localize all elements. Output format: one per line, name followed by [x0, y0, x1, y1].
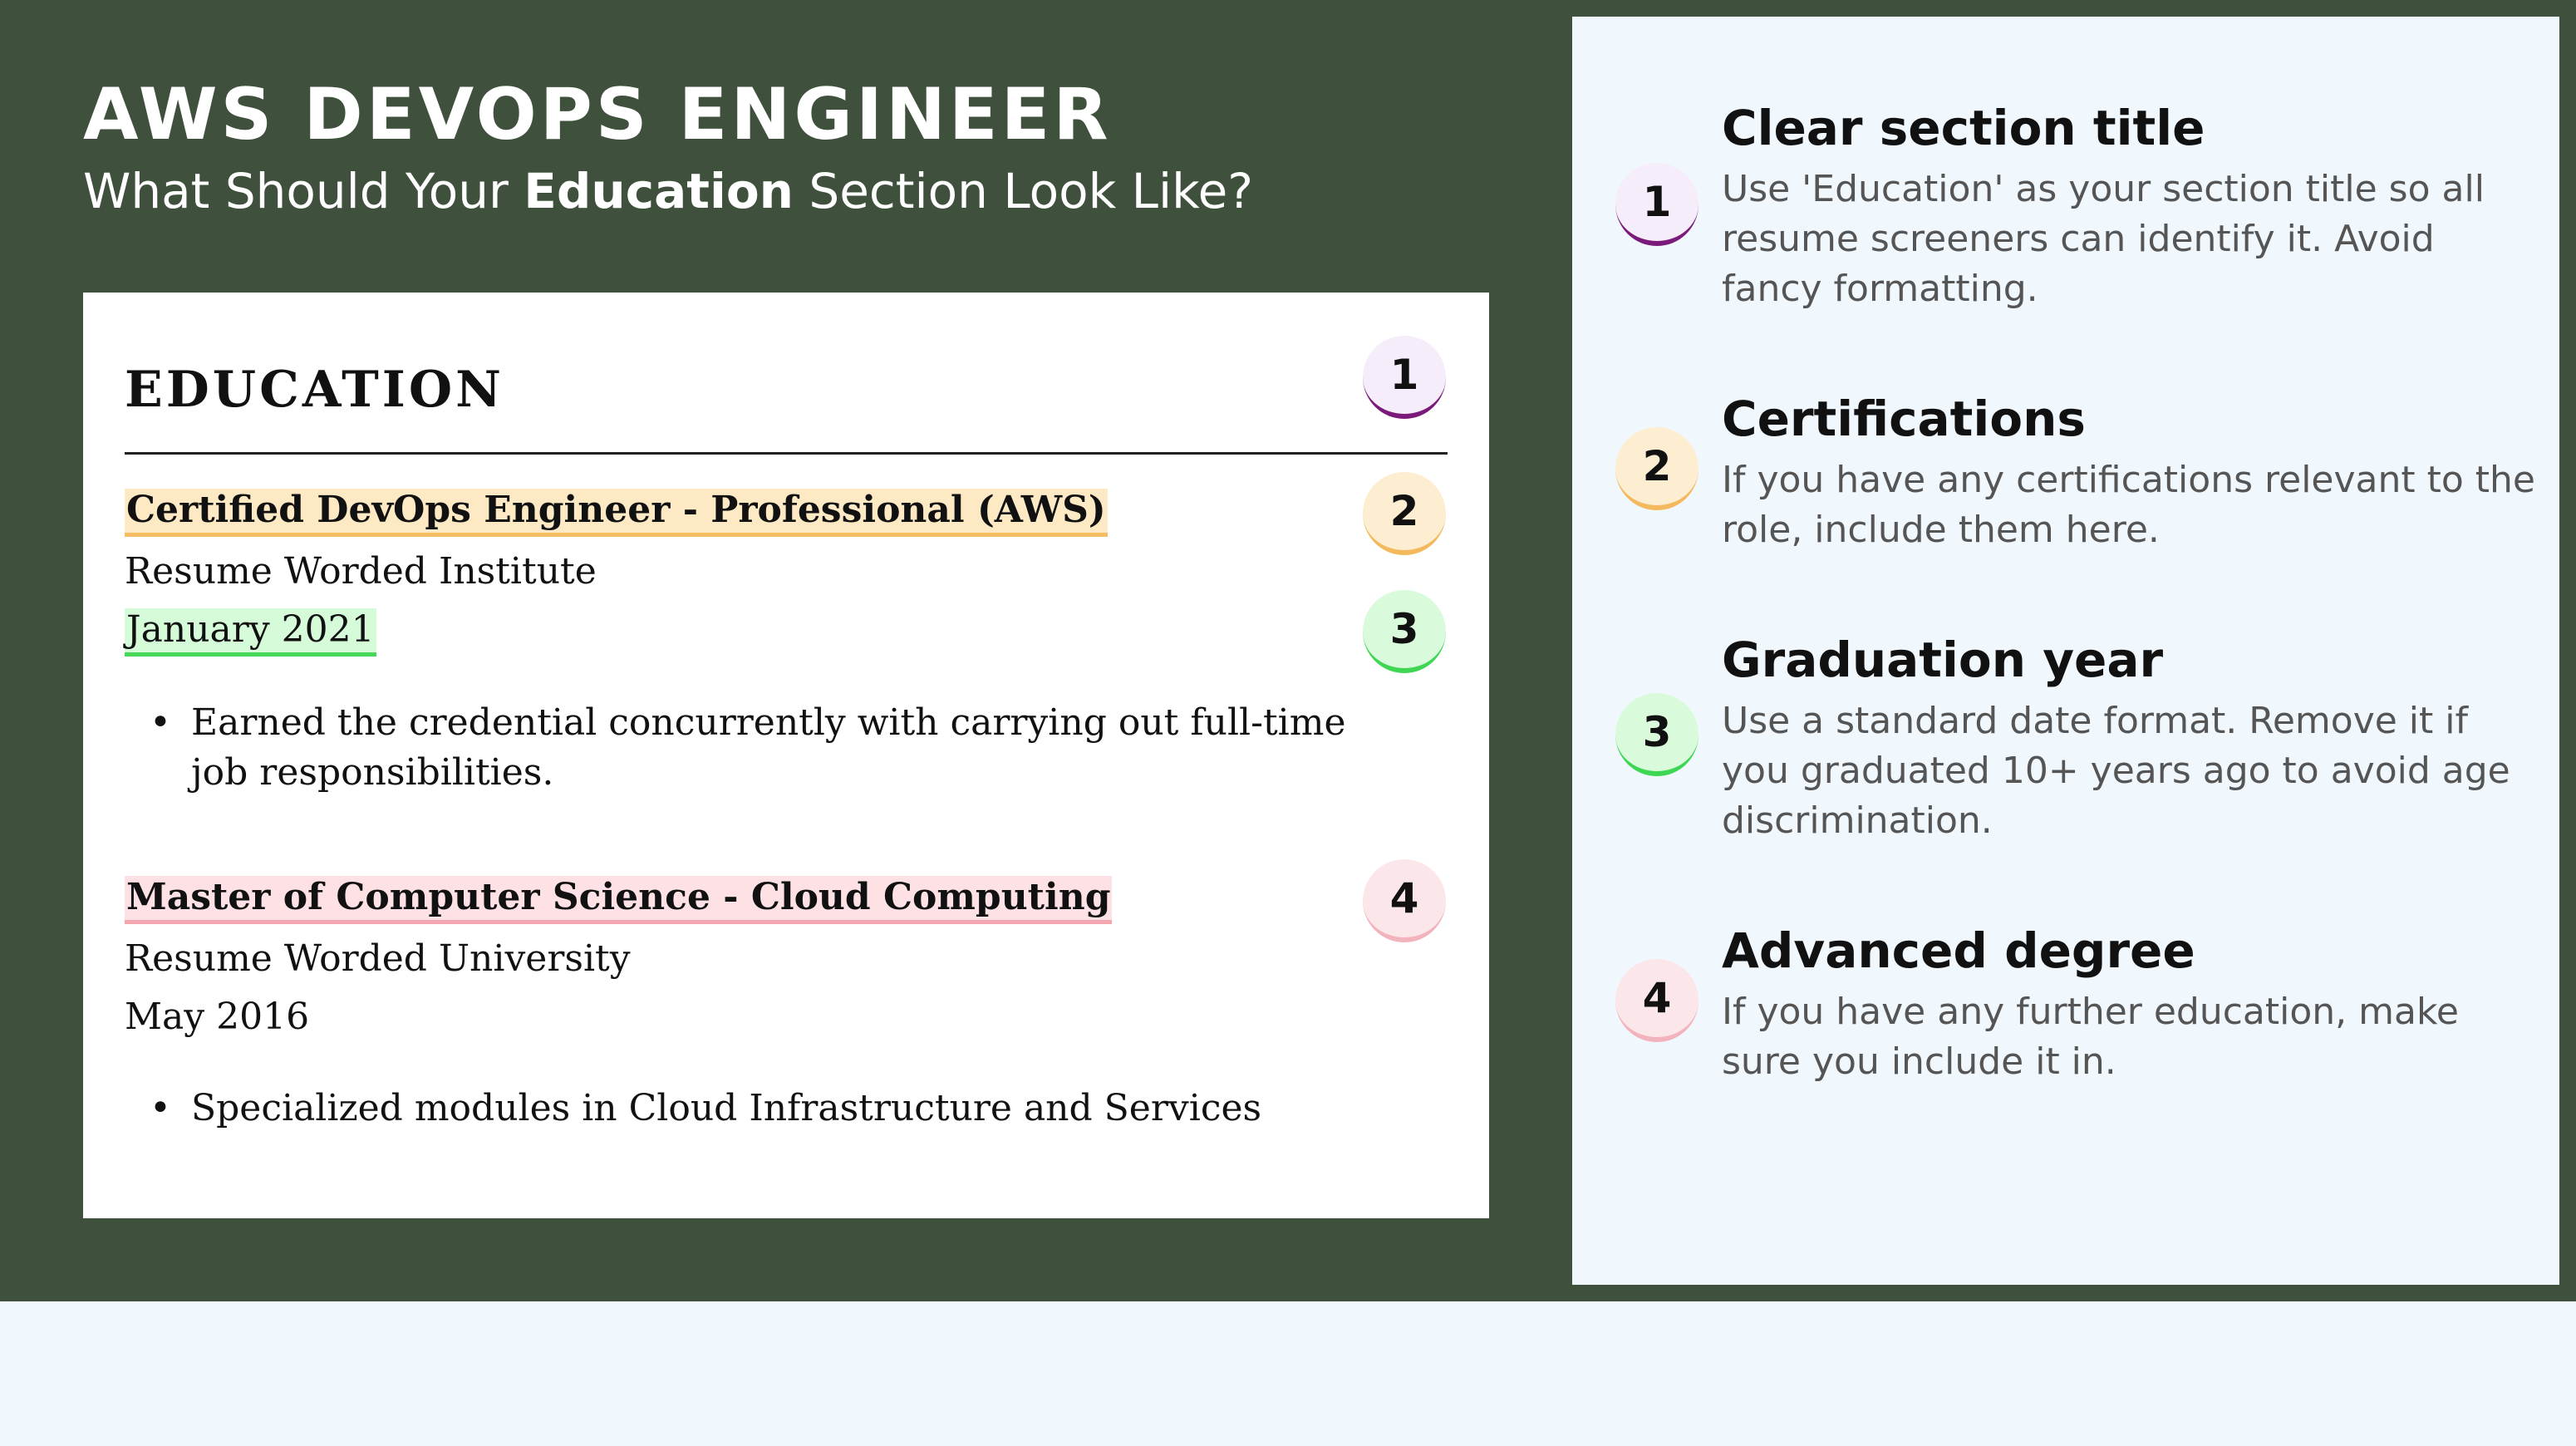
marker-badge-2: 2	[1363, 472, 1446, 555]
entry-2-bullet-text: Specialized modules in Cloud Infrastruct…	[191, 1087, 1262, 1129]
tip-badge-2: 2	[1615, 427, 1698, 510]
entry-1-institution: Resume Worded Institute	[125, 550, 597, 593]
tip-badge-4: 4	[1615, 959, 1698, 1042]
subtitle-bold: Education	[524, 163, 794, 219]
bullet-dot: •	[150, 701, 171, 744]
tip-heading: Clear section title	[1722, 100, 2205, 156]
tips-panel: Clear section title 1 Use 'Education' as…	[1572, 17, 2559, 1285]
entry-2-bullet: • Specialized modules in Cloud Infrastru…	[150, 1084, 1413, 1134]
tip-badge-1: 1	[1615, 163, 1698, 246]
entry-1-date-text: January 2021	[125, 608, 376, 657]
resume-section-heading: EDUCATION	[125, 361, 504, 419]
bullet-dot: •	[150, 1087, 171, 1129]
resume-example-card: EDUCATION 1 Certified DevOps Engineer - …	[83, 293, 1489, 1218]
entry-2-title-text: Master of Computer Science - Cloud Compu…	[125, 876, 1113, 924]
subtitle-pre: What Should Your	[83, 163, 524, 219]
entry-1-bullet: • Earned the credential concurrently wit…	[150, 698, 1413, 798]
entry-1-title: Certified DevOps Engineer - Professional…	[125, 489, 1108, 537]
tip-badge-3: 3	[1615, 693, 1698, 776]
page-title: AWS DEVOPS ENGINEER	[83, 73, 1112, 156]
entry-2-institution: Resume Worded University	[125, 937, 631, 980]
tip-heading: Graduation year	[1722, 632, 2164, 688]
marker-badge-4: 4	[1363, 859, 1446, 942]
page-subtitle: What Should Your Education Section Look …	[83, 163, 1253, 219]
tip-text: If you have any certifications relevant …	[1722, 459, 2535, 551]
entry-1-date: January 2021	[125, 608, 376, 657]
entry-2-title: Master of Computer Science - Cloud Compu…	[125, 876, 1113, 924]
tip-heading: Advanced degree	[1722, 922, 2195, 979]
tip-text: Use a standard date format. Remove it if…	[1722, 700, 2510, 842]
entry-1-title-text: Certified DevOps Engineer - Professional…	[125, 489, 1108, 537]
tip-text: If you have any further education, make …	[1722, 991, 2459, 1083]
marker-badge-1: 1	[1363, 336, 1446, 419]
section-divider	[125, 452, 1448, 455]
entry-1-bullet-text: Earned the credential concurrently with …	[191, 701, 1346, 794]
tip-text: Use 'Education' as your section title so…	[1722, 168, 2485, 310]
tip-heading: Certifications	[1722, 391, 2086, 447]
entry-2-date: May 2016	[125, 996, 310, 1038]
marker-badge-3: 3	[1363, 590, 1446, 673]
subtitle-post: Section Look Like?	[793, 163, 1254, 219]
